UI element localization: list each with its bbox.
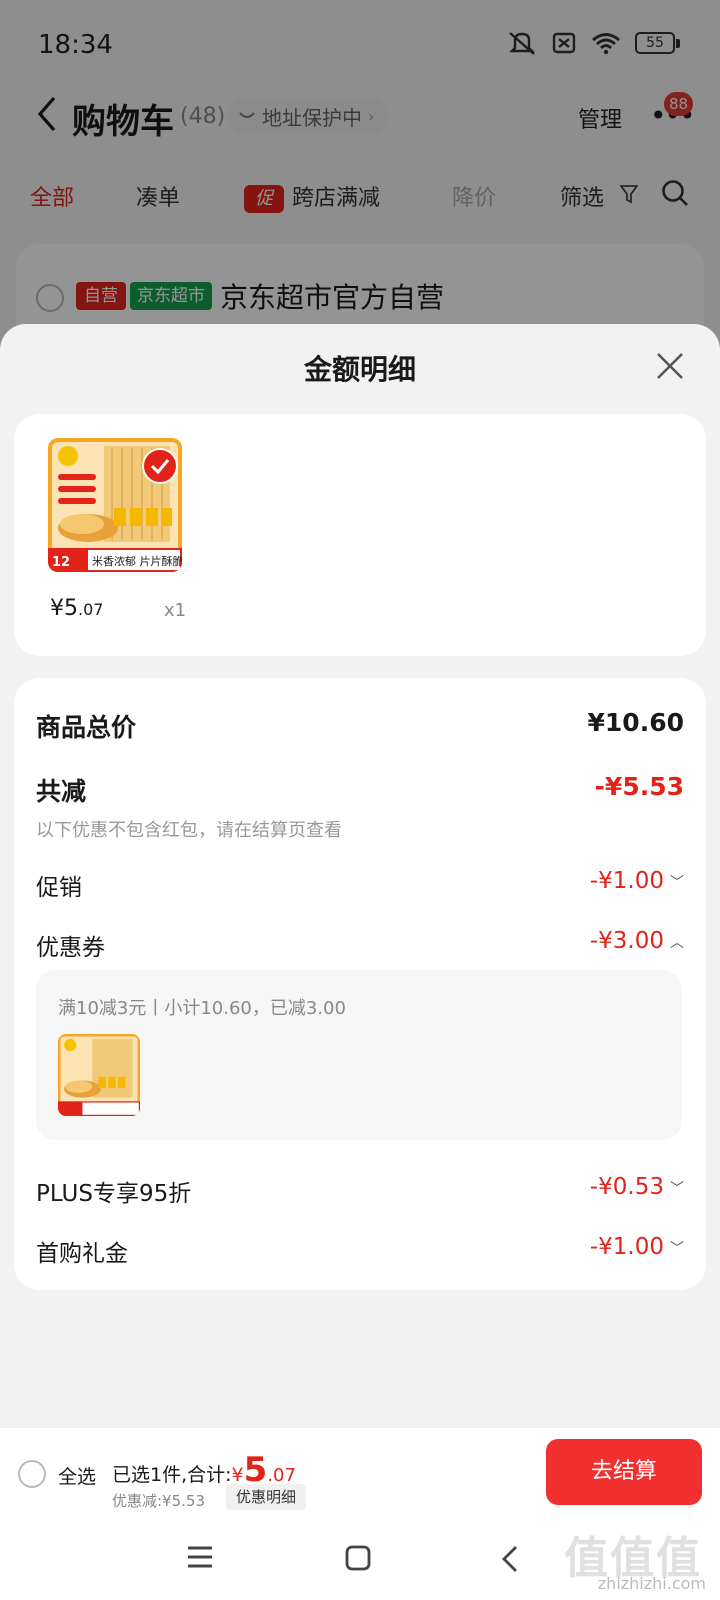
first-buy-value: -¥1.00 <box>589 1234 664 1260</box>
select-all-label[interactable]: 全选 <box>58 1462 96 1489</box>
item-price-dec: .07 <box>78 600 104 619</box>
goods-card: 12 米香浓郁 片片酥脆 ¥5.07 x1 <box>14 414 706 656</box>
sheet-title: 金额明细 <box>303 353 416 386</box>
total-dec: .07 <box>267 1465 296 1486</box>
svg-text:12: 12 <box>52 555 70 570</box>
total-reduce-value: -¥5.53 <box>594 772 684 801</box>
summary-prefix: 已选1件,合计: <box>112 1464 232 1486</box>
chevron-down-icon: ﹀ <box>670 874 684 891</box>
total-price-label: 商品总价 <box>36 713 137 742</box>
item-price: ¥5.07 <box>50 596 103 621</box>
first-buy-label: 首购礼金 <box>36 1241 128 1267</box>
menu-icon[interactable] <box>186 1544 214 1570</box>
total-yen: ¥ <box>231 1464 244 1486</box>
total-price-value: ¥10.60 <box>587 708 684 737</box>
discount-amount: 优惠减:¥5.53 <box>112 1492 205 1510</box>
coupon-product-image <box>58 1034 140 1116</box>
chevron-down-icon: ﹀ <box>670 1240 684 1257</box>
chevron-down-icon: ﹀ <box>670 1180 684 1197</box>
promotion-value: -¥1.00 <box>589 868 664 894</box>
svg-text:米香浓郁 片片酥脆: 米香浓郁 片片酥脆 <box>92 554 182 568</box>
coupon-row[interactable]: -¥3.00 ︿ <box>590 928 684 954</box>
price-detail-sheet: 金额明细 12 米香浓郁 片片酥脆 ¥5.07 x1 商品总价 ¥10.60 共… <box>0 324 720 1600</box>
selected-check-icon <box>142 448 178 484</box>
discount-detail-button[interactable]: 优惠明细 <box>226 1484 307 1510</box>
item-price-int: ¥5 <box>50 596 78 621</box>
chevron-up-icon: ︿ <box>670 934 684 951</box>
coupon-label: 优惠券 <box>36 935 105 961</box>
total-reduce-label: 共减 <box>36 777 87 806</box>
coupon-value: -¥3.00 <box>589 928 664 954</box>
select-all-radio[interactable] <box>18 1460 46 1488</box>
home-icon[interactable] <box>344 1544 372 1572</box>
checkout-button[interactable]: 去结算 <box>546 1439 702 1505</box>
promotion-row[interactable]: -¥1.00 ﹀ <box>590 868 684 894</box>
watermark-site: zhizhizhi.com <box>597 1574 706 1593</box>
back-nav-icon[interactable] <box>500 1544 520 1574</box>
item-quantity: x1 <box>164 600 187 621</box>
coupon-detail-text: 满10减3元丨小计10.60，已减3.00 <box>58 998 346 1019</box>
promotion-label: 促销 <box>36 875 82 901</box>
close-icon[interactable] <box>650 346 690 386</box>
plus-discount-label: PLUS专享95折 <box>36 1181 192 1207</box>
plus-discount-row[interactable]: -¥0.53 ﹀ <box>590 1174 684 1200</box>
plus-discount-value: -¥0.53 <box>589 1174 664 1200</box>
coupon-detail-box: 满10减3元丨小计10.60，已减3.00 <box>36 970 682 1140</box>
first-buy-row[interactable]: -¥1.00 ﹀ <box>590 1234 684 1260</box>
checkout-bar: 全选 已选1件,合计:¥5.07 优惠减:¥5.53 优惠明细 去结算 <box>0 1428 720 1522</box>
reduce-note: 以下优惠不包含红包，请在结算页查看 <box>36 820 342 841</box>
amount-detail-card: 商品总价 ¥10.60 共减 -¥5.53 以下优惠不包含红包，请在结算页查看 … <box>14 678 706 1290</box>
